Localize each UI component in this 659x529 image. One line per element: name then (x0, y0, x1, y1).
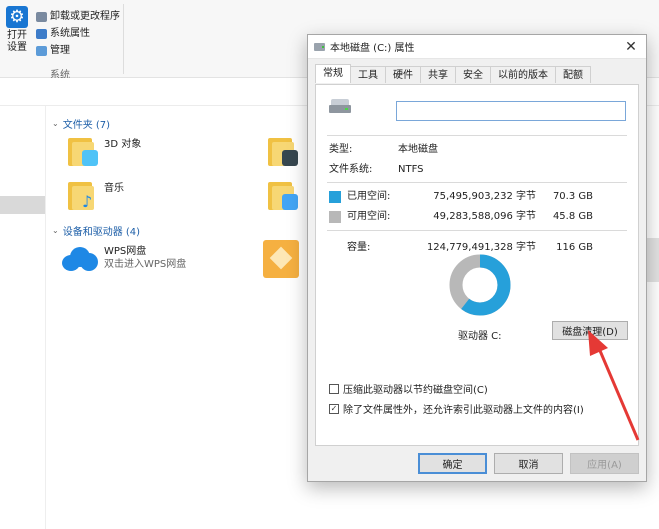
hard-drive-icon (329, 99, 353, 117)
manage-button[interactable]: 管理 (36, 42, 120, 59)
gear-icon: ⚙ (6, 6, 28, 28)
index-checkbox[interactable]: ✓ (329, 403, 339, 414)
devices-group-label: 设备和驱动器 (4) (62, 227, 141, 238)
manage-icon (36, 45, 47, 56)
3d-objects-folder-icon (68, 136, 98, 168)
compress-label: 压缩此驱动器以节约磁盘空间(C) (343, 385, 488, 396)
manage-label: 管理 (50, 45, 70, 56)
scroll-edge (645, 238, 659, 282)
disk-usage-donut (449, 254, 511, 316)
folder-name: 音乐 (104, 183, 124, 194)
devices-group-header[interactable]: ⌄ 设备和驱动器 (4) (52, 223, 140, 238)
ribbon-separator (123, 4, 124, 74)
drive-letter-label: 驱动器 C: (458, 331, 502, 342)
videos-folder-icon (268, 136, 298, 168)
tab-hardware[interactable]: 硬件 (385, 66, 421, 83)
drive-name-input[interactable] (396, 101, 626, 121)
dialog-tabs: 常规 工具 硬件 共享 安全 以前的版本 配额 (315, 64, 591, 84)
tab-tools[interactable]: 工具 (350, 66, 386, 83)
ribbon-system-list: 卸载或更改程序 系统属性 管理 (36, 8, 120, 59)
folders-group-label: 文件夹 (7) (62, 120, 111, 131)
app-drive-icon (263, 240, 299, 278)
uninstall-icon (36, 11, 47, 22)
free-space-label: 可用空间: (347, 211, 391, 222)
system-properties-label: 系统属性 (50, 28, 90, 39)
compress-drive-option[interactable]: 压缩此驱动器以节约磁盘空间(C) (329, 381, 488, 396)
disk-cleanup-button[interactable]: 磁盘清理(D) (552, 321, 628, 340)
wps-subtitle: 双击进入WPS网盘 (104, 259, 187, 270)
divider (327, 182, 627, 183)
dialog-title: 本地磁盘 (C:) 属性 (330, 43, 415, 54)
capacity-label: 容量: (347, 242, 371, 253)
free-space-swatch (329, 211, 341, 223)
free-space-bytes: 49,283,588,096 字节 (433, 211, 536, 222)
filesystem-label: 文件系统: (329, 164, 373, 175)
uninstall-label: 卸载或更改程序 (50, 11, 120, 22)
tab-previous-versions[interactable]: 以前的版本 (490, 66, 556, 83)
navigation-pane (0, 106, 46, 529)
compress-checkbox[interactable] (329, 383, 339, 394)
cloud-icon (62, 247, 98, 271)
folder-videos-partial[interactable] (268, 136, 298, 168)
used-space-bytes: 75,495,903,232 字节 (433, 191, 536, 202)
index-drive-option[interactable]: ✓ 除了文件属性外，还允许索引此驱动器上文件的内容(I) (329, 401, 584, 416)
type-value: 本地磁盘 (398, 144, 438, 155)
chevron-down-icon: ⌄ (52, 226, 59, 235)
open-settings-label: 打开 设置 (7, 30, 27, 53)
folder-desktop-partial[interactable] (268, 180, 298, 212)
tab-security[interactable]: 安全 (455, 66, 491, 83)
free-space-gb: 45.8 GB (552, 211, 593, 222)
tab-sharing[interactable]: 共享 (420, 66, 456, 83)
cancel-button[interactable]: 取消 (494, 453, 563, 474)
chevron-down-icon: ⌄ (52, 119, 59, 128)
folders-group-header[interactable]: ⌄ 文件夹 (7) (52, 116, 110, 131)
tab-general[interactable]: 常规 (315, 64, 351, 83)
wps-cloud-drive[interactable]: WPS网盘 双击进入WPS网盘 (62, 243, 186, 271)
folder-name: 3D 对象 (104, 139, 142, 150)
drive-item-partial[interactable] (263, 240, 299, 278)
used-space-swatch (329, 191, 341, 203)
capacity-gb: 116 GB (556, 242, 593, 253)
properties-dialog: 本地磁盘 (C:) 属性 ✕ 常规 工具 硬件 共享 安全 以前的版本 配额 类… (307, 34, 647, 482)
index-label: 除了文件属性外，还允许索引此驱动器上文件的内容(I) (343, 405, 584, 416)
folder-3d-objects[interactable]: 3D 对象 (68, 136, 141, 168)
divider (327, 230, 627, 231)
divider (327, 135, 627, 136)
uninstall-program-button[interactable]: 卸载或更改程序 (36, 8, 120, 25)
close-button[interactable]: ✕ (616, 35, 646, 59)
type-label: 类型: (329, 144, 353, 155)
apply-button[interactable]: 应用(A) (570, 453, 639, 474)
navigation-selected-item[interactable] (0, 196, 45, 214)
desktop-folder-icon (268, 180, 298, 212)
drive-icon (314, 42, 325, 51)
tab-quota[interactable]: 配额 (555, 66, 591, 83)
dialog-titlebar[interactable]: 本地磁盘 (C:) 属性 ✕ (308, 35, 646, 59)
filesystem-value: NTFS (398, 164, 424, 175)
music-folder-icon: ♪ (68, 180, 98, 212)
system-properties-button[interactable]: 系统属性 (36, 25, 120, 42)
open-settings-button[interactable]: ⚙ 打开 设置 (2, 6, 32, 54)
wps-name: WPS网盘 (104, 246, 147, 257)
folder-music[interactable]: ♪ 音乐 (68, 180, 124, 212)
system-properties-icon (36, 28, 47, 39)
ok-button[interactable]: 确定 (418, 453, 487, 474)
used-space-gb: 70.3 GB (552, 191, 593, 202)
general-tab-panel: 类型: 本地磁盘 文件系统: NTFS 已用空间: 75,495,903,232… (315, 84, 639, 446)
used-space-label: 已用空间: (347, 191, 391, 202)
